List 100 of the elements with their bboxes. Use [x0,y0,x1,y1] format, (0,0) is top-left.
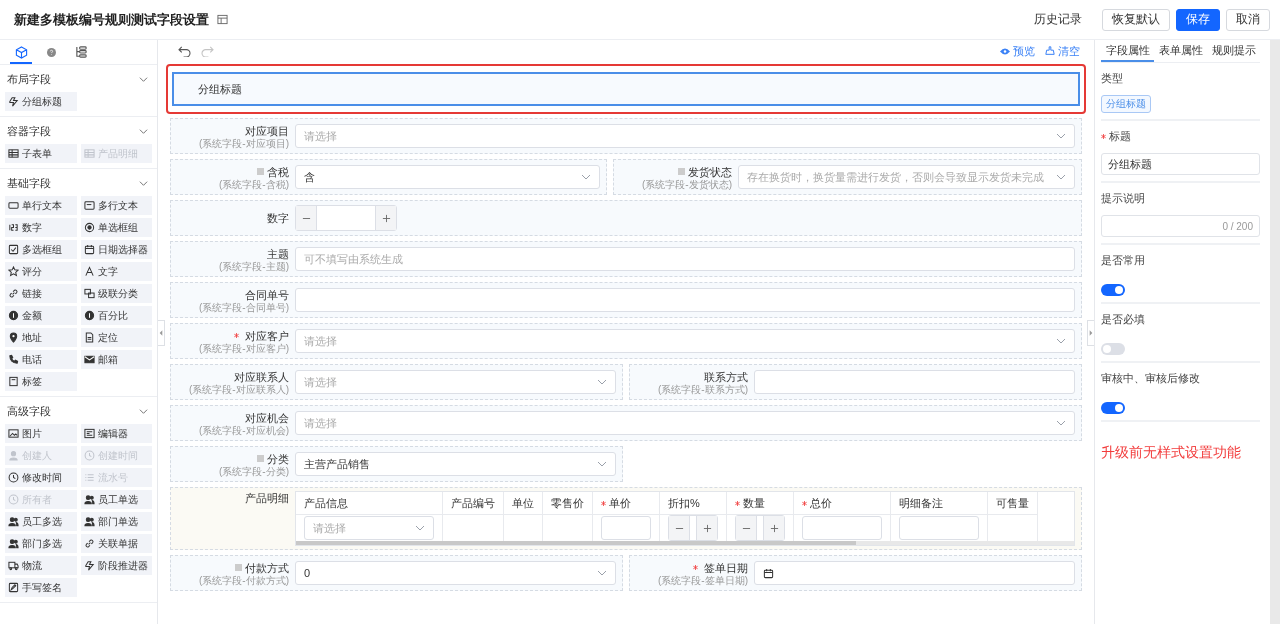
form-field-card[interactable]: 主题 (系统字段-主题) 可不填写由系统生成 [170,241,1082,277]
field-type-item[interactable]: 数字 [5,218,77,237]
scrollbar[interactable] [296,541,1074,545]
form-field-card[interactable]: 对应项目 (系统字段-对应项目) 请选择 [170,118,1082,154]
field-type-item[interactable]: 关联单据 [80,534,152,553]
form-field-card[interactable]: 含税 (系统字段-含税) 含 [170,159,607,195]
form-field-card[interactable]: 对应客户 (系统字段-对应客户) 请选择 [170,323,1082,359]
section-title: 高级字段 [7,403,51,419]
header-button[interactable]: 保存 [1176,8,1220,31]
collapse-handle[interactable] [158,320,165,346]
field-type-item[interactable]: 评分 [5,262,77,281]
increment-button[interactable] [376,206,396,230]
clear-button[interactable]: 清空 [1045,43,1080,59]
field-type-item[interactable]: 图片 [5,424,77,443]
preview-button[interactable]: 预览 [1000,43,1035,59]
field-type-item[interactable]: 部门多选 [5,534,77,553]
property-tab[interactable]: 规则提示 [1207,40,1260,62]
select-field[interactable]: 0 [295,561,616,585]
editor-icon [83,428,95,439]
input-field[interactable] [295,288,1075,312]
field-type-item[interactable]: 链接 [5,284,77,303]
image-icon [8,428,19,439]
broom-icon [1045,46,1055,56]
header-button[interactable]: 恢复默认 [1102,8,1170,31]
field-type-item[interactable]: 多行文本 [80,196,152,215]
layout-icon[interactable] [217,14,228,25]
form-field-card[interactable]: 发货状态 (系统字段-发货状态) 存在换货时，换货量需进行发货，否则会导致显示发货未完成 [613,159,1082,195]
history-link[interactable]: 历史记录 [1034,11,1082,28]
toggle-switch[interactable] [1101,402,1125,414]
toggle-switch[interactable] [1101,343,1125,355]
collapse-handle[interactable] [1087,320,1094,346]
field-type-item[interactable]: 员工多选 [5,512,77,531]
field-type-item[interactable]: 金额 [5,306,77,325]
form-field-card[interactable]: 对应联系人 (系统字段-对应联系人) 请选择 [170,364,623,400]
field-type-item[interactable]: 单行文本 [5,196,77,215]
field-type-item[interactable]: 百分比 [80,306,152,325]
field-label: 发货状态 [688,164,732,179]
form-field-card[interactable]: 产品明细 产品信息 产品编号 单位 零售价 单价 折扣% 数量 总价 明细备注 可售量 请选择 [170,487,1082,550]
calendar-icon [83,244,95,255]
field-type-item[interactable]: 邮箱 [80,350,152,369]
toggle-switch[interactable] [1101,284,1125,296]
property-label: 标题 [1109,129,1131,144]
chevron-down-icon[interactable] [139,74,148,84]
select-field[interactable]: 含 [295,165,600,189]
chevron-down-icon[interactable] [139,406,148,416]
sign-icon [8,582,19,593]
field-type-item[interactable]: 定位 [80,328,152,347]
form-field-card[interactable]: 对应机会 (系统字段-对应机会) 请选择 [170,405,1082,441]
field-type-item[interactable]: 分组标题 [5,92,77,111]
field-type-item[interactable]: 多选框组 [5,240,77,259]
increment-button[interactable] [764,516,784,540]
property-tab[interactable]: 表单属性 [1154,40,1207,62]
input-field[interactable] [802,516,882,540]
field-type-item[interactable]: 物流 [5,556,77,575]
undo-icon[interactable] [178,45,191,57]
header-button[interactable]: 取消 [1226,8,1270,31]
field-sublabel: (系统字段-对应项目) [199,137,289,149]
redo-icon[interactable] [201,45,214,57]
form-field-card[interactable]: 数字 [170,200,1082,236]
field-type-item[interactable]: 阶段推进器 [80,556,152,575]
select-field[interactable]: 主营产品销售 [295,452,616,476]
field-sublabel: (系统字段-对应联系人) [189,383,289,395]
form-field-card[interactable]: 付款方式 (系统字段-付款方式) 0 [170,555,623,591]
field-type-item[interactable]: 修改时间 [5,468,77,487]
mail-icon [83,354,95,365]
group-title-block[interactable]: 分组标题 [172,72,1080,106]
increment-button[interactable] [697,516,717,540]
input-field[interactable] [601,516,651,540]
chevron-down-icon [1056,174,1066,180]
property-tab[interactable]: 字段属性 [1101,40,1154,62]
title-field[interactable]: 分组标题 [1101,153,1260,175]
page-title: 新建多模板编号规则测试字段设置 [14,10,209,29]
link-icon [8,288,19,299]
field-type-item[interactable]: 员工单选 [80,490,152,509]
column-header: 总价 [810,495,832,511]
field-type-item[interactable]: 子表单 [5,144,77,163]
field-type-item[interactable]: 级联分类 [80,284,152,303]
field-type-item[interactable]: 文字 [80,262,152,281]
people-icon [83,516,95,527]
cascade-icon [83,288,95,299]
field-type-item[interactable]: 单选框组 [80,218,152,237]
form-field-card[interactable]: 分类 (系统字段-分类) 主营产品销售 [170,446,623,482]
people-icon [83,494,95,505]
field-type-item[interactable]: 编辑器 [80,424,152,443]
field-type-item[interactable]: 日期选择器 [80,240,152,259]
input-field[interactable] [899,516,979,540]
input-field[interactable] [754,370,1075,394]
form-field-card[interactable]: 联系方式 (系统字段-联系方式) [629,364,1082,400]
chevron-down-icon[interactable] [139,178,148,188]
field-type-item[interactable]: 部门单选 [80,512,152,531]
field-type-item[interactable]: 标签 [5,372,77,391]
grid-icon [8,148,19,159]
field-type-item[interactable]: 手写签名 [5,578,77,597]
plus-icon [381,213,391,223]
field-type-item[interactable]: 电话 [5,350,77,369]
date-field[interactable] [754,561,1075,585]
form-field-card[interactable]: 签单日期 (系统字段-签单日期) [629,555,1082,591]
field-type-item[interactable]: 地址 [5,328,77,347]
chevron-down-icon[interactable] [139,126,148,136]
form-field-card[interactable]: 合同单号 (系统字段-合同单号) [170,282,1082,318]
